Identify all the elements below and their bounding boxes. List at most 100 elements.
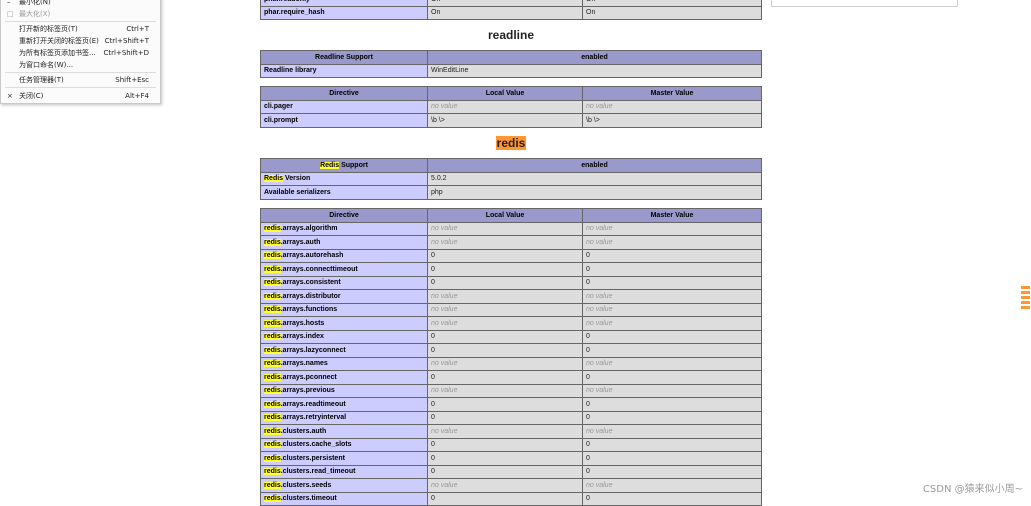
table-row: redis.arrays.hosts no value no value	[260, 316, 762, 331]
scrollbar-match-marker[interactable]	[1021, 286, 1030, 289]
table-row: redis.arrays.auth no value no value	[260, 235, 762, 250]
redis-section-title: redis	[260, 136, 762, 150]
directive-name: redis.arrays.auth	[260, 235, 428, 250]
search-match-highlight: redis	[264, 481, 281, 489]
menu-separator	[5, 21, 156, 22]
search-match-highlight: redis	[264, 441, 281, 449]
local-value: no value	[427, 424, 583, 439]
search-match-highlight: redis	[264, 360, 281, 368]
search-match-highlight: redis	[264, 346, 281, 354]
menu-item[interactable]: × 关闭(C) Alt+F4	[1, 91, 160, 102]
table-row: Available serializers php	[260, 185, 762, 200]
directive-name: redis.clusters.timeout	[260, 491, 428, 506]
master-value: no value	[582, 302, 762, 317]
table-row: redis.clusters.read_timeout 0 0	[260, 464, 762, 479]
local-value: no value	[427, 99, 583, 114]
scrollbar-match-marker[interactable]	[1021, 296, 1030, 299]
table-row: redis.arrays.names no value no value	[260, 356, 762, 371]
menu-item-icon: ×	[7, 92, 13, 100]
scrollbar-match-marker[interactable]	[1021, 306, 1030, 309]
menu-item[interactable]: – 最小化(N)	[1, 0, 160, 8]
menu-item-label: 任务管理器(T)	[19, 76, 64, 84]
search-match-highlight: redis	[264, 468, 281, 476]
menu-item[interactable]: 重新打开关闭的标签页(E) Ctrl+Shift+T	[1, 36, 160, 47]
menu-item-shortcut: Ctrl+Shift+D	[103, 49, 150, 57]
master-value: no value	[582, 356, 762, 371]
local-value: 0	[427, 397, 583, 412]
scrollbar-match-marker[interactable]	[1021, 301, 1030, 304]
local-value: 0	[427, 248, 583, 263]
master-value: 0	[582, 275, 762, 290]
column-header: Master Value	[582, 208, 762, 223]
directive-name: redis.arrays.index	[260, 329, 428, 344]
table-row: redis.clusters.persistent 0 0	[260, 451, 762, 466]
table-row: redis.arrays.distributor no value no value	[260, 289, 762, 304]
master-value: 0	[582, 451, 762, 466]
master-value: On	[582, 5, 762, 20]
menu-item[interactable]: 任务管理器(T) Shift+Esc	[1, 75, 160, 86]
table-row: redis.arrays.connecttimeout 0 0	[260, 262, 762, 277]
directive-name: redis.clusters.auth	[260, 424, 428, 439]
directive-name: redis.arrays.hosts	[260, 316, 428, 331]
search-match-highlight: Redis	[264, 175, 284, 183]
table-row: redis.arrays.retryinterval 0 0	[260, 410, 762, 425]
directive-name: redis.arrays.functions	[260, 302, 428, 317]
menu-item[interactable]: 为所有标签页添加书签... Ctrl+Shift+D	[1, 48, 160, 59]
local-value: 0	[427, 343, 583, 358]
table-row: cli.pager no value no value	[260, 99, 762, 114]
readline-directive-table: Directive Local Value Master Value cli.page…	[260, 86, 762, 128]
local-value: 0	[427, 262, 583, 277]
directive-name: Readline library	[260, 63, 428, 78]
support-value: WinEditLine	[427, 63, 762, 78]
column-header: Directive	[260, 86, 428, 101]
search-match-highlight: Redis	[320, 161, 340, 169]
menu-item[interactable]: 为窗口命名(W)...	[1, 60, 160, 71]
menu-item-icon: □	[7, 10, 14, 18]
column-header: Local Value	[427, 208, 583, 223]
redis-directive-table: Directive Local Value Master Value redis.ar…	[260, 208, 762, 506]
directive-name: phar.require_hash	[260, 5, 428, 20]
menu-item-label: 关闭(C)	[19, 92, 44, 100]
menu-item-label: 重新打开关闭的标签页(E)	[19, 37, 99, 45]
directive-name: redis.arrays.previous	[260, 383, 428, 398]
column-header: enabled	[427, 50, 762, 65]
master-value: 0	[582, 437, 762, 452]
column-header: Directive	[260, 208, 428, 223]
search-match-highlight: redis	[264, 333, 281, 341]
master-value: 0	[582, 370, 762, 385]
directive-name: redis.clusters.seeds	[260, 478, 428, 493]
menu-separator	[5, 87, 156, 88]
local-value: no value	[427, 316, 583, 331]
search-match-highlight: redis	[264, 306, 281, 314]
master-value: 0	[582, 329, 762, 344]
master-value: no value	[582, 316, 762, 331]
master-value: no value	[582, 478, 762, 493]
local-value: 0	[427, 437, 583, 452]
local-value: 0	[427, 464, 583, 479]
table-row: redis.arrays.pconnect 0 0	[260, 370, 762, 385]
master-value: no value	[582, 235, 762, 250]
readline-support-table: Readline Support enabled Readline library W…	[260, 50, 762, 78]
search-match-highlight: redis	[264, 414, 281, 422]
local-value: \b \>	[427, 113, 583, 128]
table-row: phar.require_hash On On	[260, 5, 762, 20]
local-value: no value	[427, 478, 583, 493]
master-value: no value	[582, 221, 762, 236]
menu-item-shortcut: Ctrl+Shift+T	[104, 37, 149, 45]
menu-item[interactable]: 打开新的标签页(T) Ctrl+T	[1, 24, 160, 35]
table-row: redis.arrays.consistent 0 0	[260, 275, 762, 290]
search-match-highlight: redis	[264, 495, 281, 503]
support-value: 5.0.2	[427, 171, 762, 186]
table-row: redis.arrays.index 0 0	[260, 329, 762, 344]
directive-name: redis.arrays.autorehash	[260, 248, 428, 263]
menu-item[interactable]: □ 最大化(X)	[1, 9, 160, 20]
directive-name: redis.clusters.read_timeout	[260, 464, 428, 479]
table-row: redis.arrays.previous no value no value	[260, 383, 762, 398]
master-value: 0	[582, 248, 762, 263]
local-value: On	[427, 5, 583, 20]
directive-name: redis.arrays.names	[260, 356, 428, 371]
table-row: cli.prompt \b \> \b \>	[260, 113, 762, 128]
table-row: Readline library WinEditLine	[260, 63, 762, 78]
scrollbar-match-marker[interactable]	[1021, 291, 1030, 294]
directive-name: redis.clusters.cache_slots	[260, 437, 428, 452]
